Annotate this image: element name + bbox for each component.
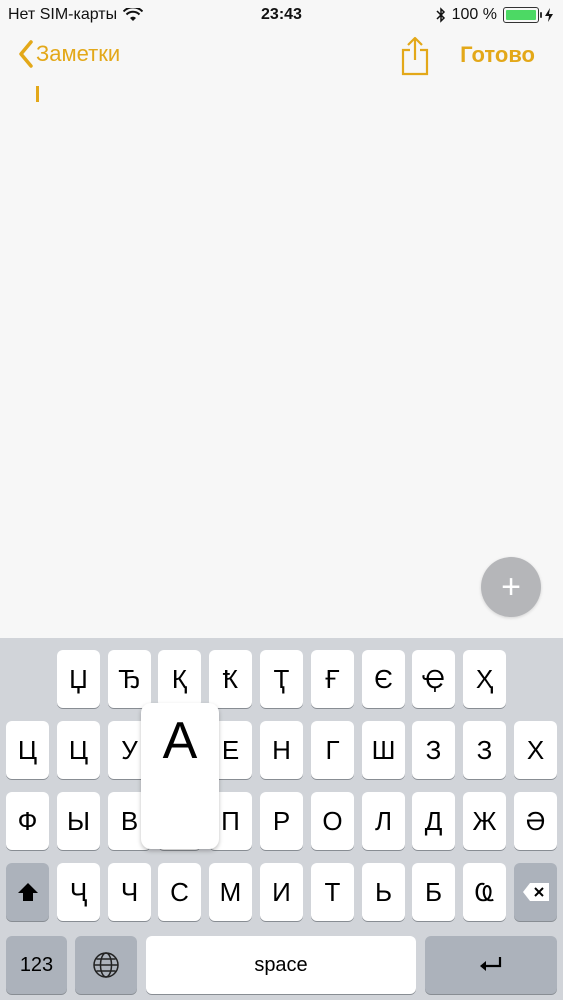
key[interactable]: Б: [412, 863, 455, 921]
shift-icon: [17, 883, 38, 901]
key[interactable]: Ҩ: [463, 863, 506, 921]
key[interactable]: Ц: [57, 721, 100, 779]
key[interactable]: Ҳ: [463, 650, 506, 708]
battery-percent: 100 %: [451, 6, 497, 23]
globe-key[interactable]: [75, 936, 137, 994]
key[interactable]: Ҭ: [260, 650, 303, 708]
plus-icon: +: [501, 567, 521, 606]
key[interactable]: Ә: [514, 792, 557, 850]
space-key[interactable]: space: [146, 936, 416, 994]
key[interactable]: Г: [311, 721, 354, 779]
text-cursor: [36, 86, 39, 102]
key[interactable]: С: [158, 863, 201, 921]
key[interactable]: И: [260, 863, 303, 921]
key[interactable]: З: [463, 721, 506, 779]
key[interactable]: Ғ: [311, 650, 354, 708]
key[interactable]: О: [311, 792, 354, 850]
return-key[interactable]: [425, 936, 557, 994]
back-button[interactable]: Заметки: [18, 40, 120, 68]
key[interactable]: З: [412, 721, 455, 779]
key[interactable]: Ҟ: [209, 650, 252, 708]
key[interactable]: Т: [311, 863, 354, 921]
key[interactable]: Р: [260, 792, 303, 850]
key[interactable]: Ы: [57, 792, 100, 850]
key[interactable]: Л: [362, 792, 405, 850]
key[interactable]: Ь: [362, 863, 405, 921]
key[interactable]: Ш: [362, 721, 405, 779]
status-bar: Нет SIM-карты 23:43 100 %: [0, 0, 563, 30]
key[interactable]: М: [209, 863, 252, 921]
bluetooth-icon: [436, 7, 445, 23]
key[interactable]: Є: [362, 650, 405, 708]
add-button[interactable]: +: [481, 557, 541, 617]
backspace-icon: [522, 883, 549, 901]
key[interactable]: Ҿ: [412, 650, 455, 708]
done-button[interactable]: Готово: [460, 42, 535, 68]
key[interactable]: Ђ: [108, 650, 151, 708]
key[interactable]: Ц: [6, 721, 49, 779]
key[interactable]: Н: [260, 721, 303, 779]
share-button[interactable]: [400, 36, 430, 81]
key[interactable]: Қ: [158, 650, 201, 708]
key[interactable]: Џ: [57, 650, 100, 708]
charging-icon: [545, 8, 553, 22]
nav-bar: Заметки Готово: [0, 30, 563, 86]
key[interactable]: Х: [514, 721, 557, 779]
globe-icon: [93, 952, 119, 978]
numbers-key[interactable]: 123: [6, 936, 67, 994]
key[interactable]: Ч: [108, 863, 151, 921]
status-right: 100 %: [436, 6, 553, 24]
backspace-key[interactable]: [514, 863, 557, 921]
return-icon: [480, 957, 502, 971]
chevron-left-icon: [19, 40, 33, 68]
key[interactable]: Д: [412, 792, 455, 850]
note-text-area[interactable]: [0, 86, 563, 638]
share-icon: [401, 36, 429, 76]
back-label: Заметки: [36, 41, 121, 66]
battery-icon: [503, 7, 542, 23]
shift-key[interactable]: [6, 863, 49, 921]
key-preview-letter: А: [162, 712, 198, 770]
key[interactable]: Ф: [6, 792, 49, 850]
key[interactable]: Ж: [463, 792, 506, 850]
key-preview-popup: А: [141, 703, 219, 849]
key[interactable]: Ҷ: [57, 863, 100, 921]
